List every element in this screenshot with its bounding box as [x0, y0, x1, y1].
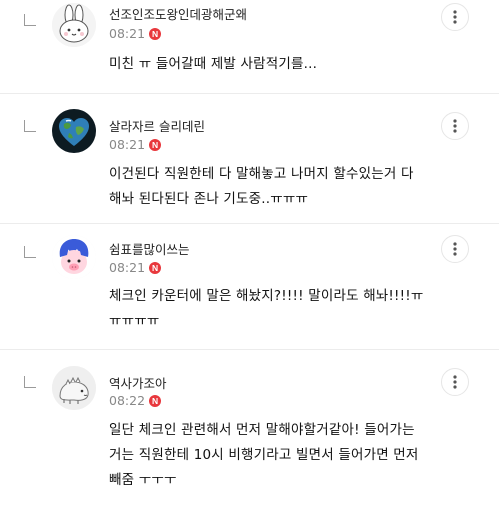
more-vertical-icon: [453, 375, 457, 389]
comment-author[interactable]: 쉼표를많이쓰는: [109, 239, 190, 258]
bunny-avatar[interactable]: [52, 3, 96, 47]
comment-meta: 08:21 N: [109, 137, 162, 152]
comment-time: 08:21: [109, 260, 146, 275]
more-options-button[interactable]: [441, 235, 469, 263]
comment-text: 이건된다 직원한테 다 말해놓고 나머지 할수있는거 다 해놔 된다된다 존나 …: [109, 166, 414, 207]
comment-time: 08:21: [109, 26, 146, 41]
comment-meta: 08:22 N: [109, 393, 162, 408]
new-badge: N: [149, 394, 162, 407]
comment-text: 체크인 카운터에 말은 해놨지?!!!! 말이라도 해놔!!!!ㅠ ㅠㅠㅠㅠ: [109, 288, 424, 329]
reply-indicator-icon: [24, 14, 36, 26]
reply-comment: 역사가조아 08:22 N 일단 체크인 관련해서 먼저 말해야할거같아! 들어…: [0, 350, 499, 505]
reply-indicator-icon: [24, 120, 36, 132]
dinosaur-avatar[interactable]: [52, 366, 96, 410]
earth-heart-avatar[interactable]: [52, 109, 96, 153]
blue-hair-character-avatar[interactable]: [52, 235, 96, 279]
more-options-button[interactable]: [441, 368, 469, 396]
comment-text: 미친 ㅠ 들어갈때 제발 사람적기를...: [109, 56, 318, 72]
comment-time: 08:21: [109, 137, 146, 152]
comment-meta: 08:21 N: [109, 26, 162, 41]
comment-author[interactable]: 살라자르 슬리데린: [109, 116, 205, 135]
comment-list: 선조인조도왕인데광해군왜 08:21 N 미친 ㅠ 들어갈때 제발 사람적기를.…: [0, 0, 499, 505]
new-badge: N: [149, 138, 162, 151]
reply-comment: 쉼표를많이쓰는 08:21 N 체크인 카운터에 말은 해놨지?!!!! 말이라…: [0, 224, 499, 348]
new-badge: N: [149, 261, 162, 274]
more-options-button[interactable]: [441, 3, 469, 31]
comment-author[interactable]: 역사가조아: [109, 373, 167, 392]
comment-meta: 08:21 N: [109, 260, 162, 275]
comment-author[interactable]: 선조인조도왕인데광해군왜: [109, 4, 247, 23]
new-badge: N: [149, 27, 162, 40]
more-options-button[interactable]: [441, 112, 469, 140]
comment-text: 일단 체크인 관련해서 먼저 말해야할거같아! 들어가는 거는 직원한테 10시…: [109, 422, 419, 488]
reply-indicator-icon: [24, 376, 36, 388]
more-vertical-icon: [453, 119, 457, 133]
reply-indicator-icon: [24, 246, 36, 258]
more-vertical-icon: [453, 10, 457, 24]
reply-comment: 살라자르 슬리데린 08:21 N 이건된다 직원한테 다 말해놓고 나머지 할…: [0, 94, 499, 222]
more-vertical-icon: [453, 242, 457, 256]
comment-time: 08:22: [109, 393, 146, 408]
reply-comment: 선조인조도왕인데광해군왜 08:21 N 미친 ㅠ 들어갈때 제발 사람적기를.…: [0, 0, 499, 92]
